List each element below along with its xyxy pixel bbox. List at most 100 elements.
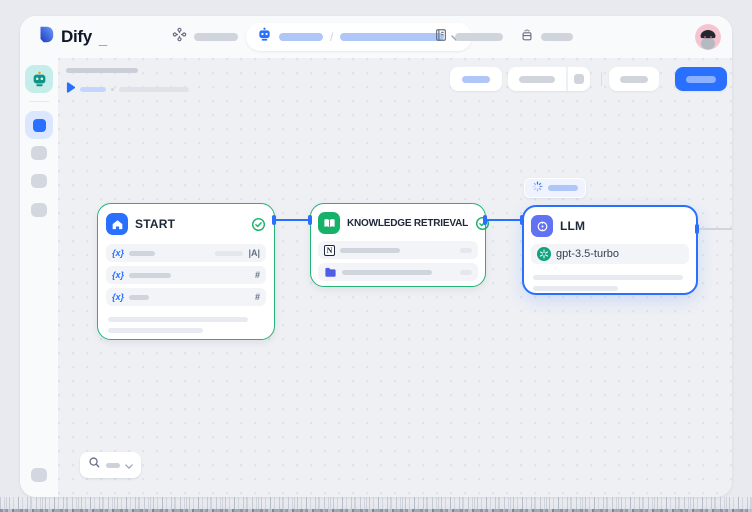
chevron-down-icon[interactable] <box>125 456 133 474</box>
sidebar-item-placeholder-3[interactable] <box>31 203 47 217</box>
edge-knowledge-to-llm[interactable] <box>485 219 522 221</box>
openai-icon <box>537 247 551 261</box>
button-label-placeholder <box>686 76 716 83</box>
workflow-name-placeholder <box>340 33 444 41</box>
variable-row[interactable]: {x} # <box>106 266 266 284</box>
run-play-icon[interactable] <box>66 80 75 98</box>
dify-logo[interactable]: Dify _ <box>36 16 107 58</box>
chatbot-icon <box>257 27 272 47</box>
button-label-placeholder <box>620 76 648 83</box>
llm-brain-icon <box>531 215 553 237</box>
plugins-label-placeholder <box>541 33 573 41</box>
run-label-placeholder <box>80 87 106 92</box>
variable-name-placeholder <box>129 273 171 278</box>
node-description-placeholder <box>108 317 248 322</box>
success-check-icon <box>251 217 266 232</box>
dify-logo-icon <box>36 25 55 49</box>
dataset-row[interactable] <box>318 263 478 281</box>
sidebar-item-placeholder-2[interactable] <box>31 174 47 188</box>
node-start[interactable]: START {x} |A| <box>97 203 275 340</box>
user-avatar[interactable] <box>695 24 721 50</box>
workflow-canvas[interactable]: START {x} |A| <box>58 58 732 497</box>
node-llm-header: LLM <box>531 214 689 238</box>
docs-icon <box>434 28 448 47</box>
publish-button[interactable] <box>675 67 727 91</box>
exit-workflow-icon <box>172 27 187 47</box>
dataset-row[interactable]: N <box>318 241 478 259</box>
knowledge-book-icon <box>318 212 340 234</box>
dataset-name-placeholder <box>340 248 400 253</box>
left-sidebar <box>20 58 58 497</box>
sidebar-item-orchestrate[interactable] <box>25 111 53 139</box>
app-name-placeholder <box>279 33 323 41</box>
sidebar-item-placeholder-1[interactable] <box>31 146 47 160</box>
badge-label-placeholder <box>548 185 578 191</box>
running-status-badge <box>524 178 586 198</box>
toolbar-button-2[interactable] <box>508 67 590 91</box>
toolbar-divider <box>601 72 602 86</box>
node-title: LLM <box>560 219 585 233</box>
sidebar-divider <box>29 101 49 102</box>
variable-name-placeholder <box>129 295 149 300</box>
home-icon <box>106 213 128 235</box>
node-description-placeholder <box>533 275 683 280</box>
sidebar-item-settings[interactable] <box>31 468 47 482</box>
app-robot-icon[interactable] <box>25 65 53 93</box>
loading-spinner-icon <box>532 179 543 197</box>
button-label-placeholder <box>519 76 555 83</box>
toolbar-button-3[interactable] <box>609 67 659 91</box>
model-name: gpt-3.5-turbo <box>556 248 619 260</box>
dify-logo-cursor: _ <box>99 31 107 48</box>
plugins-link[interactable] <box>520 16 573 58</box>
number-type-icon: # <box>255 292 260 302</box>
edge-start-to-knowledge[interactable] <box>274 219 310 221</box>
variable-icon: {x} <box>112 292 124 302</box>
dataset-name-placeholder <box>342 270 432 275</box>
variable-icon: {x} <box>112 248 124 258</box>
menu-icon <box>574 74 584 84</box>
notion-icon: N <box>324 245 335 256</box>
top-header: Dify _ <box>20 16 732 58</box>
zoom-control[interactable] <box>80 452 141 478</box>
screenshot-noise-strip <box>0 497 752 512</box>
status-dot <box>111 88 114 91</box>
plugins-icon <box>520 28 534 47</box>
toolbar-button-1[interactable] <box>450 67 502 91</box>
toolbar-button-2-menu[interactable] <box>566 67 590 91</box>
docs-label-placeholder <box>455 33 503 41</box>
variable-icon: {x} <box>112 270 124 280</box>
node-knowledge-retrieval[interactable]: KNOWLEDGE RETRIEVAL N <box>310 203 486 287</box>
model-selector-row[interactable]: gpt-3.5-turbo <box>531 244 689 264</box>
zoom-magnifier-icon <box>88 456 101 474</box>
workflow-tab-icon <box>33 119 46 132</box>
folder-icon <box>324 266 337 279</box>
desktop: Dify _ <box>0 0 752 512</box>
dataset-meta-placeholder <box>460 248 472 253</box>
node-title: KNOWLEDGE RETRIEVAL <box>347 218 468 229</box>
run-status-row <box>66 80 189 98</box>
variable-row[interactable]: {x} |A| <box>106 244 266 262</box>
node-llm[interactable]: LLM gpt-3.5-turbo <box>522 205 698 295</box>
node-title: START <box>135 217 175 231</box>
string-type-icon: |A| <box>248 248 260 258</box>
edge-llm-outgoing[interactable] <box>697 228 732 230</box>
variable-row[interactable]: {x} # <box>106 288 266 306</box>
dataset-meta-placeholder <box>460 270 472 275</box>
number-type-icon: # <box>255 270 260 280</box>
exit-workflow-group[interactable] <box>172 16 238 58</box>
docs-link[interactable] <box>434 16 503 58</box>
variable-value-placeholder <box>215 251 243 256</box>
run-meta-placeholder <box>119 87 189 92</box>
button-label-placeholder <box>462 76 490 83</box>
node-description-placeholder <box>533 286 618 291</box>
workflow-title-placeholder <box>66 68 138 73</box>
node-start-header: START <box>106 212 266 236</box>
node-description-placeholder <box>108 328 203 333</box>
zoom-level-placeholder <box>106 463 120 468</box>
dify-app-window: Dify _ <box>20 16 732 497</box>
breadcrumb-separator: / <box>330 30 333 44</box>
variable-name-placeholder <box>129 251 155 256</box>
node-knowledge-header: KNOWLEDGE RETRIEVAL <box>318 211 478 235</box>
dify-logo-text: Dify <box>61 27 92 47</box>
nav-label-placeholder <box>194 33 238 41</box>
